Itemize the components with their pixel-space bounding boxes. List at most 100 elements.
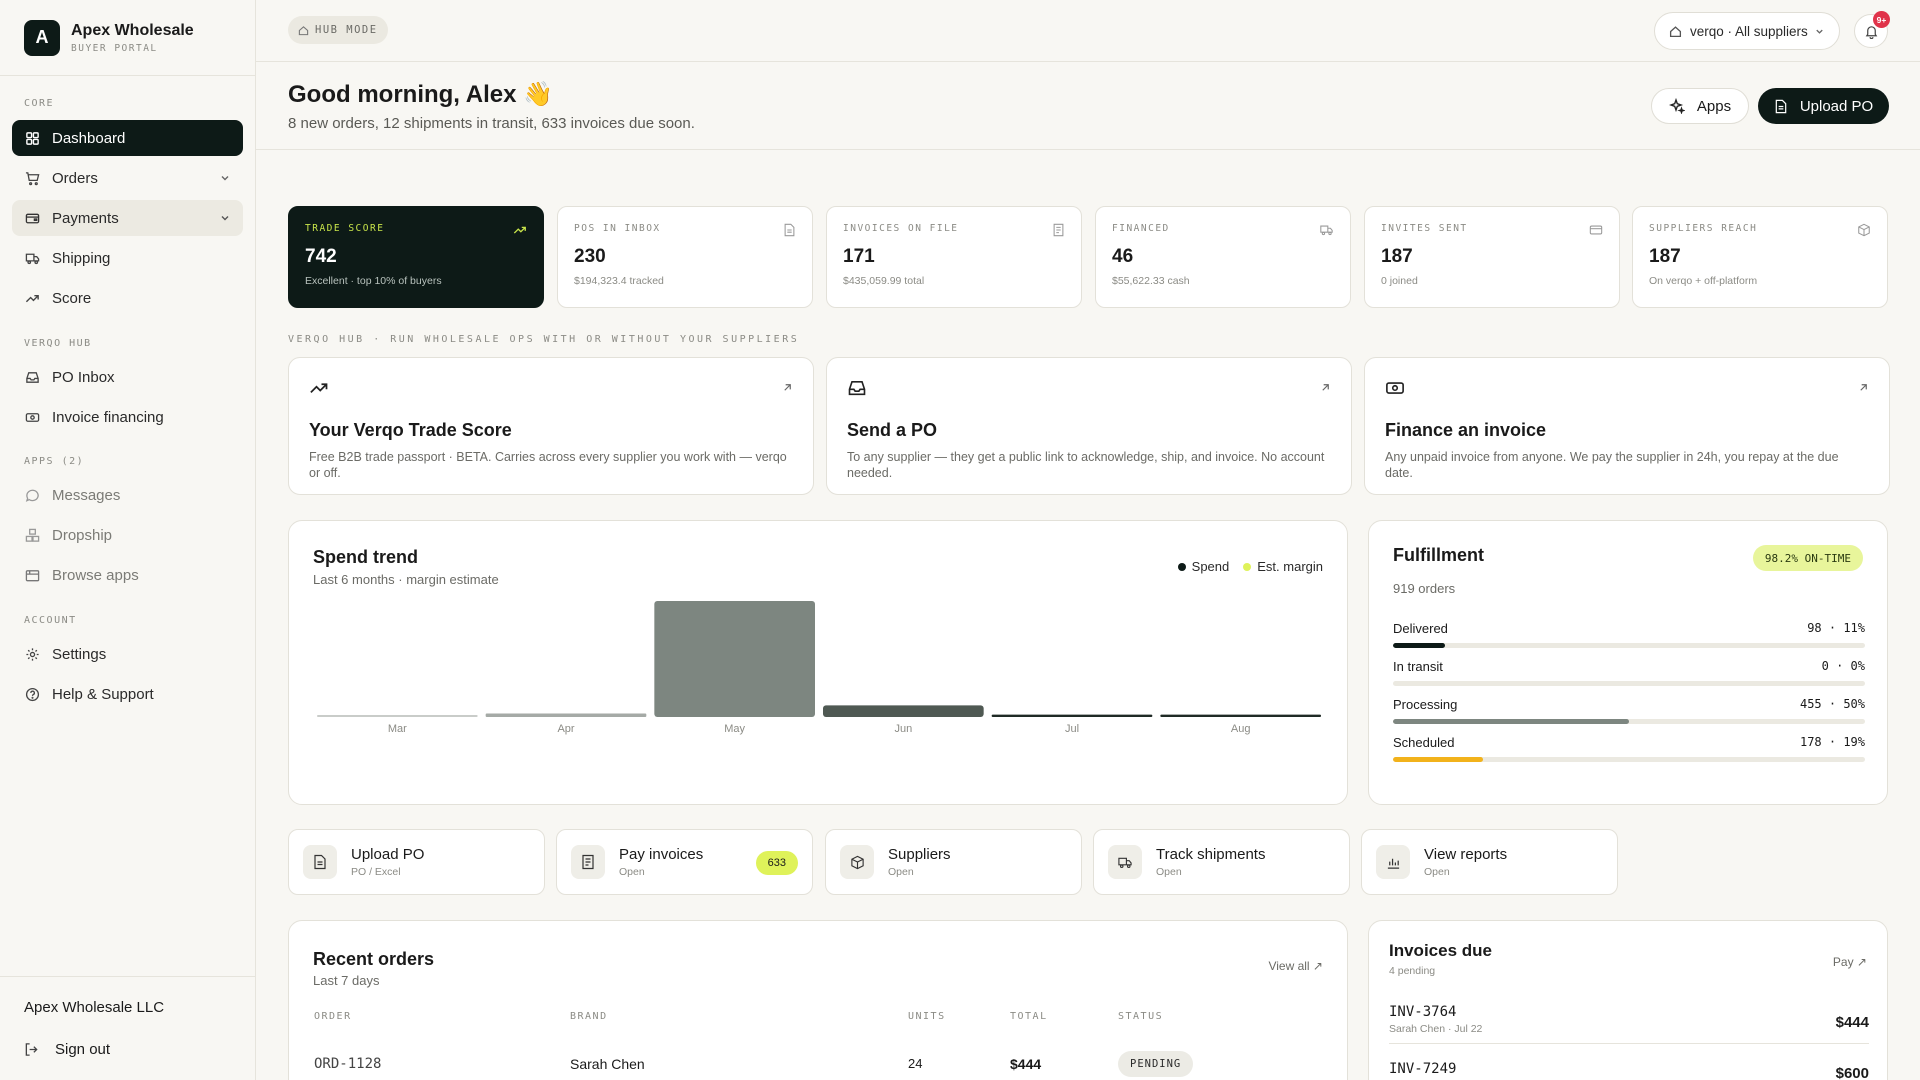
bar-mar[interactable] [317, 715, 478, 717]
home-icon [298, 25, 309, 36]
feature-card-trade-score[interactable]: Your Verqo Trade Score Free B2B trade pa… [288, 357, 814, 495]
message-icon [24, 487, 40, 503]
chevron-down-icon[interactable] [219, 171, 231, 188]
bar-aug[interactable] [1160, 714, 1321, 717]
column-header-status[interactable]: STATUS [1118, 1011, 1163, 1022]
inbox-icon [847, 378, 1331, 398]
package-icon [1857, 223, 1871, 240]
progress-fill [1393, 719, 1629, 724]
feature-card-finance-invoice[interactable]: Finance an invoice Any unpaid invoice fr… [1364, 357, 1890, 495]
sidebar-item-invoice-financing[interactable]: Invoice financing [12, 399, 243, 435]
sign-out-button[interactable]: Sign out [24, 1041, 110, 1058]
invoice-amount: $600 [1835, 1065, 1869, 1080]
fulfillment-label: Processing [1393, 697, 1458, 712]
stat-sub: On verqo + off-platform [1649, 275, 1758, 287]
invoice-meta: Sarah Chen · Jul 22 [1389, 1023, 1483, 1035]
pay-link[interactable]: Pay ↗ [1833, 955, 1867, 969]
quick-action-track-shipments[interactable]: Track shipments Open [1093, 829, 1350, 895]
bar-jul[interactable] [991, 714, 1153, 717]
arrow-up-right-icon [1858, 380, 1869, 396]
notification-badge: 9+ [1873, 11, 1890, 28]
truck-icon [1108, 845, 1142, 879]
stat-sub: 0 joined [1381, 275, 1418, 287]
fulfillment-value: 0 · 0% [1821, 659, 1865, 673]
stat-card-suppliers-reach[interactable]: SUPPLIERS REACH 187 On verqo + off-platf… [1632, 206, 1888, 308]
sidebar-item-label: Settings [52, 645, 107, 663]
order-brand: Sarah Chen [570, 1056, 645, 1072]
stat-card-pos-in-inbox[interactable]: POS IN INBOX 230 $194,323.4 tracked [557, 206, 813, 308]
receipt-icon [1052, 223, 1065, 240]
sidebar-item-settings[interactable]: Settings [12, 636, 243, 672]
chart-legend: Spend Est. margin [1177, 559, 1323, 574]
arrow-up-right-icon [782, 380, 793, 396]
sidebar-item-orders[interactable]: Orders [12, 160, 243, 196]
list-item[interactable]: INV-7249 $600 [1389, 1061, 1869, 1080]
quick-action-upload-po[interactable]: Upload PO PO / Excel [288, 829, 545, 895]
sidebar-item-po-inbox[interactable]: PO Inbox [12, 359, 243, 395]
stat-value: 171 [843, 246, 875, 267]
legend-dot-spend [1177, 562, 1186, 571]
bar-apr[interactable] [485, 713, 647, 717]
stat-value: 742 [305, 246, 337, 267]
legend-margin: Est. margin [1257, 559, 1323, 574]
brand-header[interactable]: A Apex Wholesale BUYER PORTAL [0, 0, 255, 76]
feature-desc: Any unpaid invoice from anyone. We pay t… [1385, 450, 1839, 480]
column-header-order[interactable]: ORDER [314, 1011, 352, 1022]
tick-label-aug: Aug [1231, 723, 1251, 735]
column-header-total[interactable]: TOTAL [1010, 1011, 1048, 1022]
quick-action-sub: Open [619, 866, 645, 878]
column-header-units[interactable]: UNITS [908, 1011, 946, 1022]
sidebar-item-dashboard[interactable]: Dashboard [12, 120, 243, 156]
sidebar-item-dropship[interactable]: Dropship [12, 517, 243, 553]
apps-button[interactable]: Apps [1651, 88, 1749, 124]
boxes-icon [24, 527, 40, 543]
inbox-icon [24, 369, 40, 385]
list-item[interactable]: INV-3764 Sarah Chen · Jul 22 $444 [1389, 1004, 1869, 1044]
quick-action-view-reports[interactable]: View reports Open [1361, 829, 1618, 895]
sidebar-item-messages[interactable]: Messages [12, 477, 243, 513]
trending-up-icon [513, 223, 527, 240]
notifications-button[interactable]: 9+ [1854, 11, 1890, 48]
supplier-select[interactable]: verqo · All suppliers [1654, 12, 1840, 50]
grid-icon [24, 130, 40, 146]
stat-card-financed[interactable]: FINANCED 46 $55,622.33 cash [1095, 206, 1351, 308]
quick-action-pay-invoices[interactable]: Pay invoices Open 633 [556, 829, 813, 895]
stat-card-invites-sent[interactable]: INVITES SENT 187 0 joined [1364, 206, 1620, 308]
nav-section-apps: APPS (2) [24, 456, 85, 467]
spend-trend-panel: Spend trend Last 6 months · margin estim… [288, 520, 1348, 805]
bar-jun[interactable] [823, 705, 984, 717]
column-header-brand[interactable]: BRAND [570, 1011, 608, 1022]
progress-track [1393, 681, 1865, 686]
sidebar-item-browse-apps[interactable]: Browse apps [12, 557, 243, 593]
view-all-link[interactable]: View all ↗ [1268, 959, 1323, 973]
order-units: 24 [908, 1056, 923, 1071]
receipt-icon [571, 845, 605, 879]
quick-action-title: Pay invoices [619, 846, 704, 863]
quick-action-suppliers[interactable]: Suppliers Open [825, 829, 1082, 895]
order-id[interactable]: ORD-1128 [314, 1056, 381, 1072]
sidebar-item-help[interactable]: Help & Support [12, 676, 243, 712]
quick-action-sub: Open [888, 866, 914, 878]
hub-mode-pill[interactable]: HUB MODE [288, 16, 388, 44]
spend-trend-subtitle: Last 6 months · margin estimate [313, 572, 499, 587]
recent-orders-panel: Recent orders Last 7 days View all ↗ ORD… [288, 920, 1348, 1080]
stat-card-invoices-on-file[interactable]: INVOICES ON FILE 171 $435,059.99 total [826, 206, 1082, 308]
tick-label-jun: Jun [894, 723, 912, 735]
sidebar-item-payments[interactable]: Payments [12, 200, 243, 236]
help-icon [24, 686, 40, 702]
sidebar-item-shipping[interactable]: Shipping [12, 240, 243, 276]
quick-action-title: Suppliers [888, 846, 951, 863]
upload-po-button[interactable]: Upload PO [1758, 88, 1889, 124]
stat-sub: $194,323.4 tracked [574, 275, 664, 287]
bar-may[interactable] [654, 601, 815, 717]
stat-card-trade-score[interactable]: TRADE SCORE 742 Excellent · top 10% of b… [288, 206, 544, 308]
chevron-down-icon[interactable] [219, 211, 231, 228]
progress-track [1393, 643, 1865, 648]
invoice-id: INV-3764 [1389, 1004, 1457, 1020]
feature-card-send-po[interactable]: Send a PO To any supplier — they get a p… [826, 357, 1352, 495]
fulfillment-count: 919 orders [1393, 581, 1456, 596]
sidebar-item-score[interactable]: Score [12, 280, 243, 316]
cash-icon [24, 409, 40, 425]
tick-label-apr: Apr [557, 723, 574, 735]
invoice-amount: $444 [1835, 1014, 1869, 1031]
